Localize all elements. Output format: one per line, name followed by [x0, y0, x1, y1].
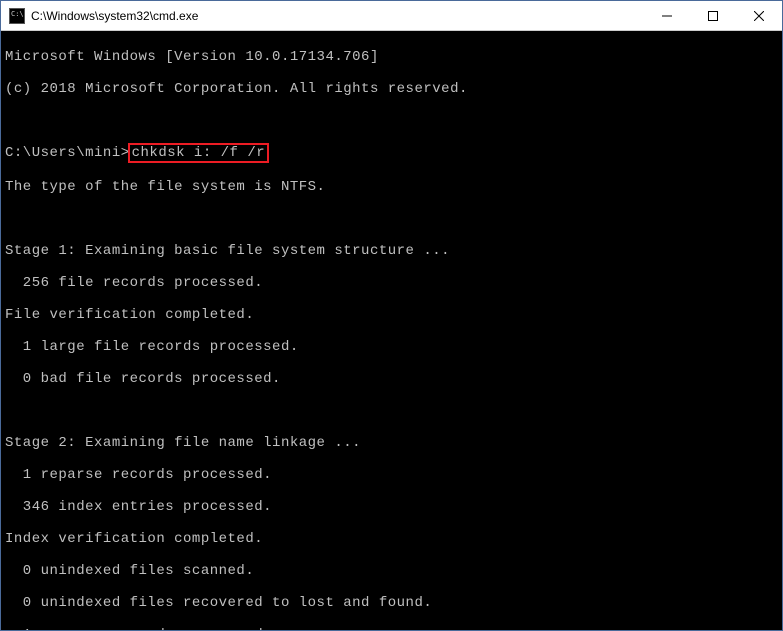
prompt-line: C:\Users\mini>chkdsk i: /f /r	[5, 145, 778, 163]
output-line: The type of the file system is NTFS.	[5, 179, 778, 195]
output-line: 256 file records processed.	[5, 275, 778, 291]
minimize-button[interactable]	[644, 1, 690, 30]
output-line	[5, 113, 778, 129]
output-line: Index verification completed.	[5, 531, 778, 547]
output-line: 0 bad file records processed.	[5, 371, 778, 387]
maximize-icon	[708, 11, 718, 21]
output-line	[5, 211, 778, 227]
window-title: C:\Windows\system32\cmd.exe	[31, 9, 644, 23]
command-highlight: chkdsk i: /f /r	[128, 143, 270, 163]
output-line: (c) 2018 Microsoft Corporation. All righ…	[5, 81, 778, 97]
output-line: 1 reparse records processed.	[5, 467, 778, 483]
close-button[interactable]	[736, 1, 782, 30]
output-line: 1 reparse records processed.	[5, 627, 778, 630]
output-line: Stage 1: Examining basic file system str…	[5, 243, 778, 259]
close-icon	[754, 11, 764, 21]
output-line: 1 large file records processed.	[5, 339, 778, 355]
minimize-icon	[662, 11, 672, 21]
maximize-button[interactable]	[690, 1, 736, 30]
titlebar[interactable]: C:\Windows\system32\cmd.exe	[1, 1, 782, 31]
cmd-icon	[9, 8, 25, 24]
output-line: 0 unindexed files scanned.	[5, 563, 778, 579]
prompt-prefix: C:\Users\mini>	[5, 145, 130, 161]
output-line	[5, 403, 778, 419]
cmd-window: C:\Windows\system32\cmd.exe Microsoft Wi…	[0, 0, 783, 631]
terminal-output[interactable]: Microsoft Windows [Version 10.0.17134.70…	[1, 31, 782, 630]
output-line: Stage 2: Examining file name linkage ...	[5, 435, 778, 451]
output-line: File verification completed.	[5, 307, 778, 323]
window-controls	[644, 1, 782, 30]
output-line: 346 index entries processed.	[5, 499, 778, 515]
output-line: Microsoft Windows [Version 10.0.17134.70…	[5, 49, 778, 65]
command-text: chkdsk i: /f /r	[132, 145, 266, 161]
output-line: 0 unindexed files recovered to lost and …	[5, 595, 778, 611]
